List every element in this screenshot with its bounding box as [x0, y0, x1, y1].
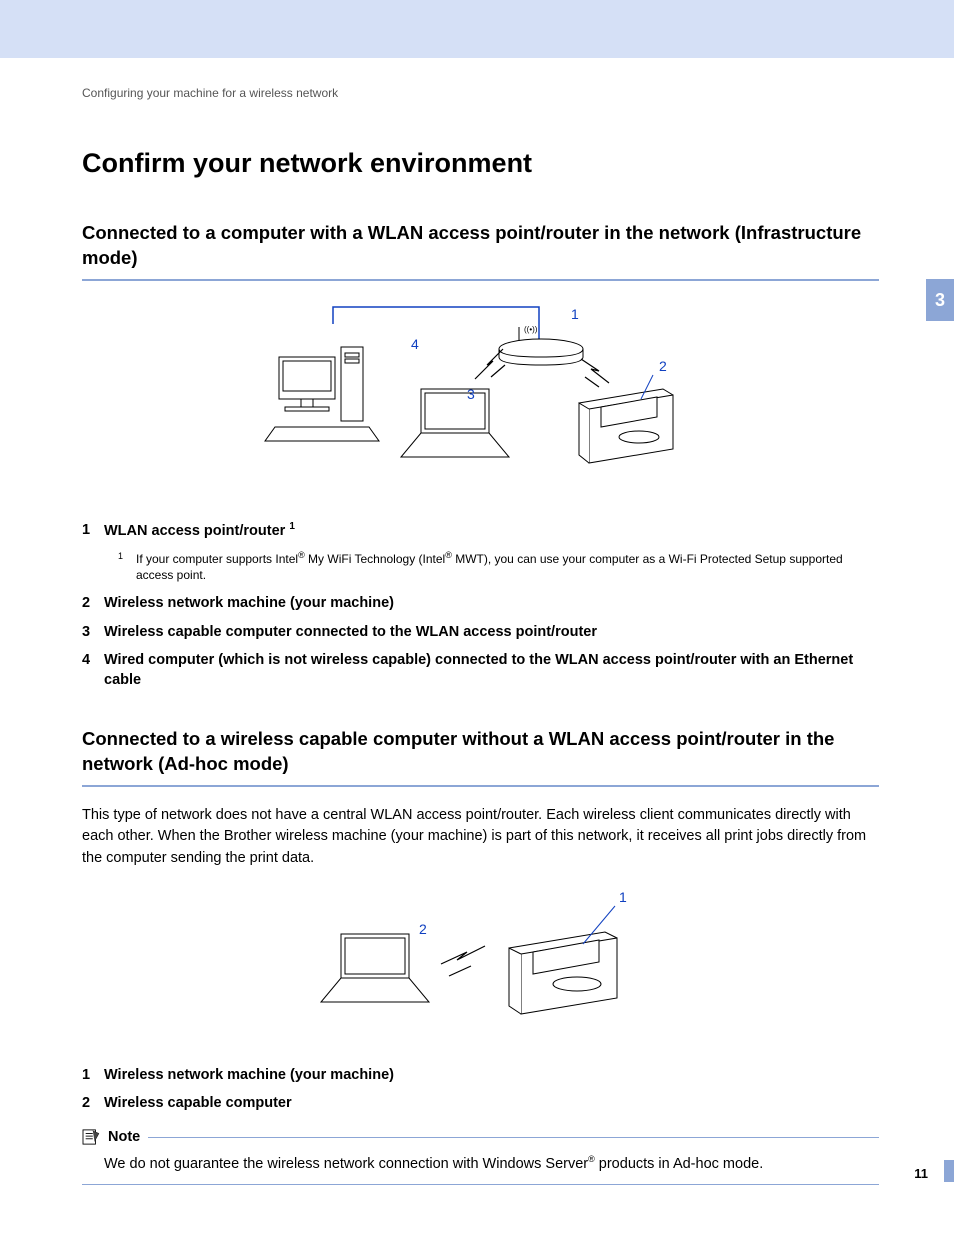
footnote: 1 If your computer supports Intel® My Wi…	[118, 549, 879, 583]
legend-number: 3	[82, 622, 104, 642]
svg-text:((•)): ((•))	[524, 325, 538, 334]
legend-number: 2	[82, 1093, 104, 1113]
diagram-infrastructure: ((•)) 1 4 3	[82, 299, 879, 494]
note-rule-bottom	[82, 1184, 879, 1185]
section1-legend: 1 WLAN access point/router 1 1 If your c…	[82, 520, 879, 691]
laptop-icon	[321, 934, 429, 1002]
router-icon: ((•))	[499, 325, 583, 365]
section2-rule	[82, 785, 879, 787]
diagram1-label-1: 1	[571, 306, 579, 322]
legend-text: Wireless capable computer connected to t…	[104, 622, 597, 642]
legend-text: Wireless network machine (your machine)	[104, 1065, 394, 1085]
legend-item: 3 Wireless capable computer connected to…	[82, 622, 879, 642]
legend-text: Wireless network machine (your machine)	[104, 593, 394, 613]
breadcrumb: Configuring your machine for a wireless …	[82, 86, 879, 100]
printer-icon	[579, 389, 673, 463]
diagram1-label-3: 3	[467, 386, 475, 402]
page-number-tab	[944, 1160, 954, 1182]
legend-text: WLAN access point/router 1	[104, 520, 295, 541]
desktop-computer-icon	[265, 347, 379, 441]
note-rule-top	[148, 1137, 879, 1138]
laptop-icon	[401, 389, 509, 457]
diagram-adhoc: 2 1	[82, 884, 879, 1039]
note-body: We do not guarantee the wireless network…	[104, 1153, 879, 1176]
page-number: 11	[914, 1166, 928, 1181]
footnote-text: If your computer supports Intel® My WiFi…	[136, 549, 879, 583]
legend-text: Wired computer (which is not wireless ca…	[104, 650, 879, 691]
printer-icon	[509, 932, 617, 1014]
section1-heading: Connected to a computer with a WLAN acce…	[82, 221, 879, 271]
section2-paragraph: This type of network does not have a cen…	[82, 805, 879, 870]
legend-item: 1 WLAN access point/router 1	[82, 520, 879, 541]
note-icon	[82, 1129, 100, 1145]
legend-item: 1 Wireless network machine (your machine…	[82, 1065, 879, 1085]
diagram2-label-1: 1	[619, 889, 627, 905]
section2-legend: 1 Wireless network machine (your machine…	[82, 1065, 879, 1114]
legend-number: 1	[82, 520, 104, 541]
header-band	[0, 0, 954, 58]
diagram1-label-2: 2	[659, 358, 667, 374]
section-number-tab: 3	[926, 279, 954, 321]
section1-rule	[82, 279, 879, 281]
page-title: Confirm your network environment	[82, 148, 879, 179]
note-block: Note We do not guarantee the wireless ne…	[82, 1129, 879, 1185]
legend-item: 4 Wired computer (which is not wireless …	[82, 650, 879, 691]
legend-number: 1	[82, 1065, 104, 1085]
legend-number: 4	[82, 650, 104, 691]
legend-item: 2 Wireless network machine (your machine…	[82, 593, 879, 613]
section2-heading: Connected to a wireless capable computer…	[82, 727, 879, 777]
legend-text: Wireless capable computer	[104, 1093, 292, 1113]
legend-number: 2	[82, 593, 104, 613]
note-label: Note	[108, 1129, 140, 1145]
diagram1-label-4: 4	[411, 336, 419, 352]
diagram2-label-2: 2	[419, 921, 427, 937]
legend-item: 2 Wireless capable computer	[82, 1093, 879, 1113]
